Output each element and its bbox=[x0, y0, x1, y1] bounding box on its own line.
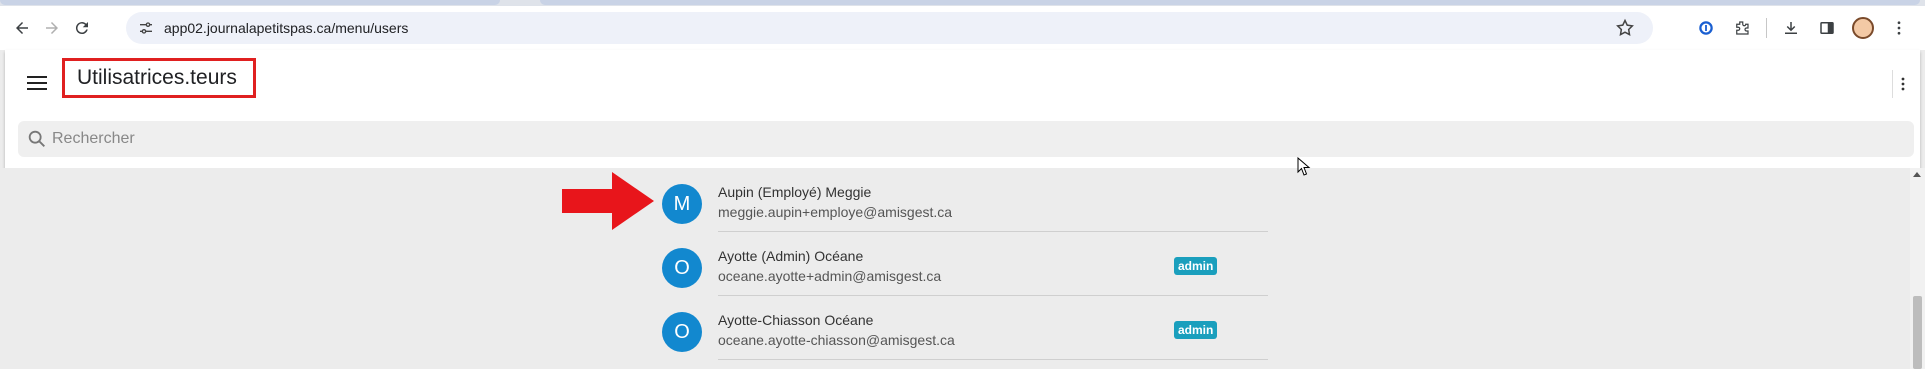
user-email: meggie.aupin+employe@amisgest.ca bbox=[718, 204, 953, 220]
side-panel-icon[interactable] bbox=[1809, 12, 1845, 44]
browser-menu-icon[interactable] bbox=[1881, 12, 1917, 44]
scroll-thumb[interactable] bbox=[1913, 296, 1922, 369]
scrollbar[interactable] bbox=[1910, 168, 1925, 369]
red-arrow-annotation bbox=[562, 172, 654, 230]
user-list-area: M Aupin (Employé) Meggie meggie.aupin+em… bbox=[0, 168, 1925, 369]
back-button[interactable] bbox=[8, 14, 36, 42]
extensions-puzzle-icon[interactable] bbox=[1724, 12, 1760, 44]
list-item[interactable]: O Ayotte-Chiasson Océane oceane.ayotte-c… bbox=[650, 296, 1270, 360]
bookmark-star-icon[interactable] bbox=[1615, 18, 1635, 38]
user-name: Ayotte-Chiasson Océane bbox=[718, 312, 874, 328]
avatar: O bbox=[662, 312, 702, 352]
profile-face-icon bbox=[1852, 17, 1874, 39]
list-item-text: Ayotte (Admin) Océane oceane.ayotte+admi… bbox=[718, 246, 941, 286]
user-email: oceane.ayotte-chiasson@amisgest.ca bbox=[718, 332, 955, 348]
user-name: Aupin (Employé) Meggie bbox=[718, 184, 872, 200]
mouse-cursor-icon bbox=[1297, 157, 1311, 176]
profile-avatar[interactable] bbox=[1845, 12, 1881, 44]
arrow-right-icon bbox=[46, 22, 58, 34]
hamburger-menu-icon bbox=[27, 76, 47, 90]
more-options-button[interactable] bbox=[1892, 70, 1912, 98]
app-header: Utilisatrices.teurs bbox=[5, 50, 1920, 168]
list-item[interactable]: O Ayotte (Admin) Océane oceane.ayotte+ad… bbox=[650, 232, 1270, 296]
browser-tab[interactable] bbox=[540, 0, 1920, 5]
list-item-text: Aupin (Employé) Meggie meggie.aupin+empl… bbox=[718, 182, 952, 222]
scroll-up-arrow-icon[interactable] bbox=[1913, 172, 1921, 177]
user-list: M Aupin (Employé) Meggie meggie.aupin+em… bbox=[650, 168, 1270, 360]
list-item[interactable]: M Aupin (Employé) Meggie meggie.aupin+em… bbox=[650, 168, 1270, 232]
divider bbox=[718, 359, 1268, 360]
avatar: O bbox=[662, 248, 702, 288]
menu-button[interactable] bbox=[22, 68, 52, 98]
arrow-left-icon bbox=[16, 22, 28, 34]
reload-button[interactable] bbox=[68, 14, 96, 42]
user-email: oceane.ayotte+admin@amisgest.ca bbox=[718, 268, 942, 284]
reload-icon bbox=[75, 22, 88, 35]
browser-toolbar: app02.journalapetitspas.ca/menu/users bbox=[0, 6, 1925, 50]
site-settings-icon[interactable] bbox=[130, 12, 162, 44]
admin-badge: admin bbox=[1174, 321, 1218, 339]
password-manager-icon[interactable] bbox=[1688, 12, 1724, 44]
forward-button[interactable] bbox=[38, 14, 66, 42]
url-text[interactable]: app02.journalapetitspas.ca/menu/users bbox=[164, 20, 408, 36]
search-bar[interactable] bbox=[18, 121, 1914, 157]
avatar: M bbox=[662, 184, 702, 224]
address-bar[interactable]: app02.journalapetitspas.ca/menu/users bbox=[126, 12, 1653, 44]
toolbar-separator bbox=[1766, 18, 1767, 38]
list-item-text: Ayotte-Chiasson Océane oceane.ayotte-chi… bbox=[718, 310, 955, 350]
user-name: Ayotte (Admin) Océane bbox=[718, 248, 864, 264]
download-icon[interactable] bbox=[1773, 12, 1809, 44]
search-input[interactable] bbox=[52, 130, 1892, 148]
page-title: Utilisatrices.teurs bbox=[62, 58, 256, 98]
browser-tab[interactable] bbox=[0, 0, 500, 5]
browser-extension-area bbox=[1688, 12, 1917, 44]
admin-badge: admin bbox=[1174, 257, 1218, 275]
more-vertical-icon bbox=[1901, 77, 1904, 91]
search-icon bbox=[28, 130, 45, 147]
